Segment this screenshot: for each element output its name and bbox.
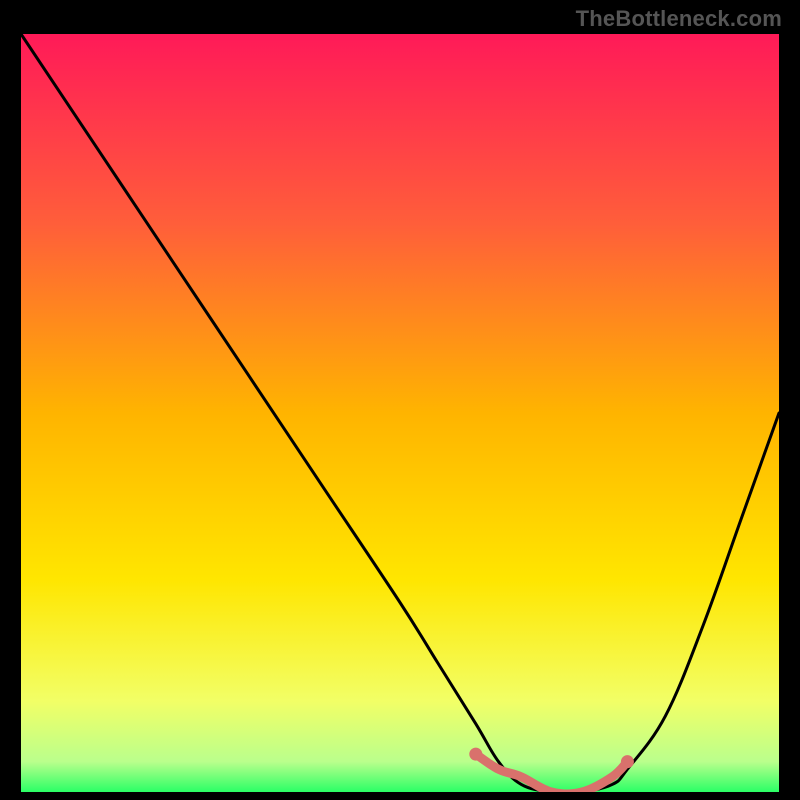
watermark-label: TheBottleneck.com [576, 6, 782, 32]
optimal-range-marker [621, 755, 634, 768]
optimal-range-marker [469, 748, 482, 761]
chart-container: TheBottleneck.com [0, 0, 800, 800]
bottleneck-plot [21, 34, 779, 792]
gradient-background [21, 34, 779, 792]
